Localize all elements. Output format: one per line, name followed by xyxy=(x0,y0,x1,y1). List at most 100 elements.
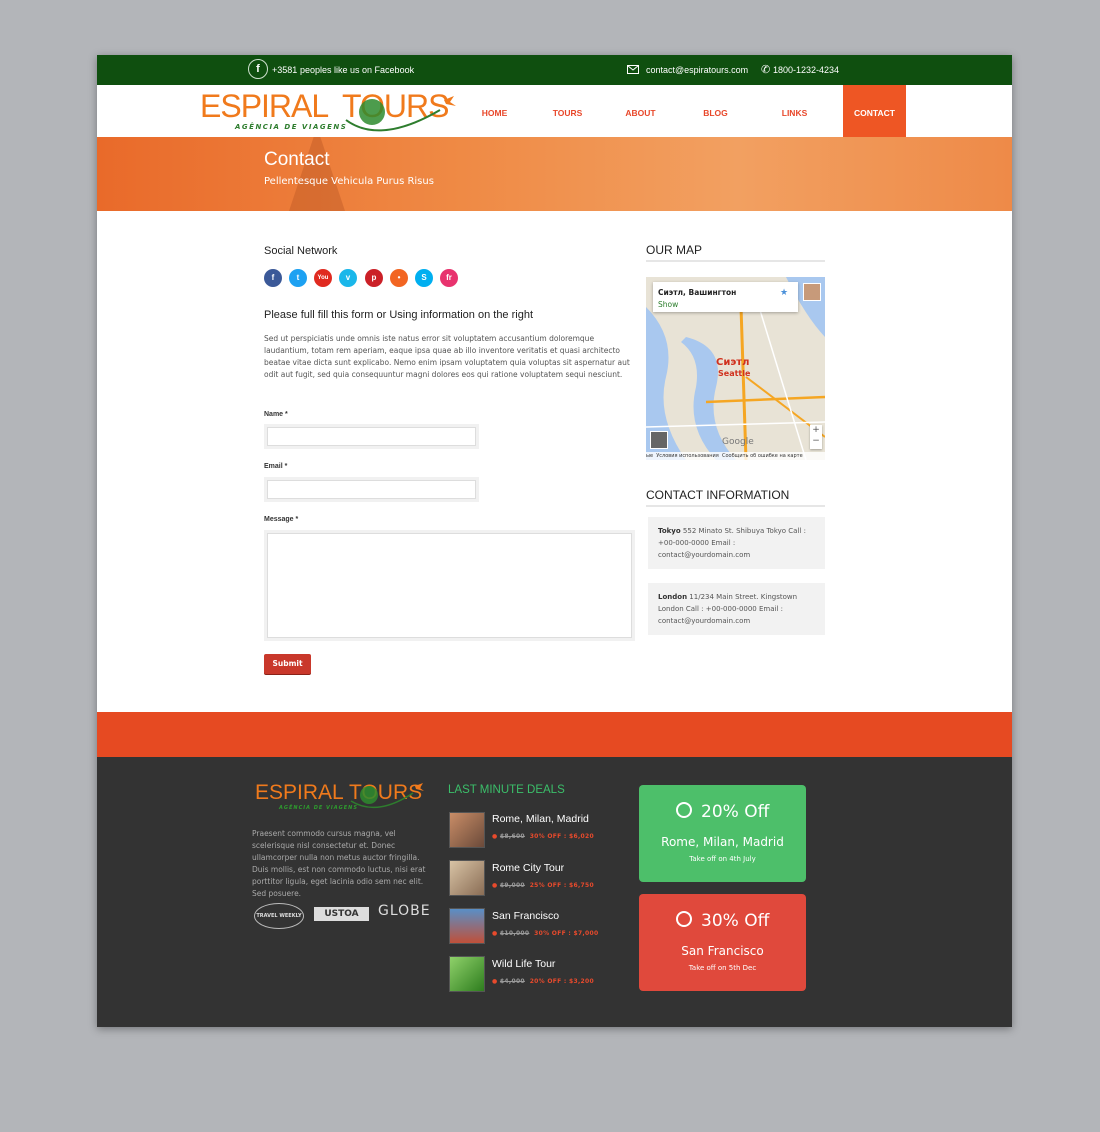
mail-icon xyxy=(627,65,639,74)
partner-logo-ustoa: USTOA xyxy=(314,907,369,921)
pinterest-icon[interactable]: p xyxy=(365,269,383,287)
avatar[interactable] xyxy=(803,283,821,301)
skype-icon[interactable]: S xyxy=(415,269,433,287)
deal-offer: 30% OFF : $6,020 xyxy=(529,833,594,840)
footer-logo-tagline: AGÊNCIA DE VIAGENS xyxy=(279,805,358,811)
clock-icon xyxy=(676,802,692,818)
facebook-icon[interactable]: f xyxy=(248,59,268,79)
footer-logo[interactable]: ESPIRAL TOURS AGÊNCIA DE VIAGENS xyxy=(255,781,435,817)
logo-tagline: AGÊNCIA DE VIAGENS xyxy=(235,123,348,131)
deal-thumb-rome-city[interactable] xyxy=(449,860,485,896)
deal-title[interactable]: San Francisco xyxy=(492,910,559,922)
youtube-icon[interactable]: You xyxy=(314,269,332,287)
deal-old-price: $8,600 xyxy=(499,833,525,840)
email-label: Email * xyxy=(264,463,288,470)
promo-destination: Rome, Milan, Madrid xyxy=(661,835,784,849)
promo-discount: 30% Off xyxy=(701,911,770,931)
globe-swoosh-icon xyxy=(345,96,456,132)
partner-logo-travel-weekly: TRAVEL WEEKLY xyxy=(254,903,304,929)
deal-old-price: $10,000 xyxy=(499,930,530,937)
rss-icon[interactable]: • xyxy=(390,269,408,287)
deal-price: ● $8,600 30% OFF : $6,020 xyxy=(492,833,594,840)
page-subtitle: Pellentesque Vehicula Purus Risus xyxy=(264,176,434,187)
london-info: London 11/234 Main Street. Kingstown Lon… xyxy=(648,583,825,635)
top-bar: f +3581 peoples like us on Facebook cont… xyxy=(97,55,1012,85)
page: f +3581 peoples like us on Facebook cont… xyxy=(97,55,1012,1027)
deal-offer: 25% OFF : $6,750 xyxy=(529,882,594,889)
name-input[interactable] xyxy=(267,427,476,446)
deal-offer: 30% OFF : $7,000 xyxy=(534,930,599,937)
form-intro: Sed ut perspiciatis unde omnis iste natu… xyxy=(264,334,630,379)
deal-price: ● $9,000 25% OFF : $6,750 xyxy=(492,882,594,889)
nav-about[interactable]: ABOUT xyxy=(618,85,663,137)
logo[interactable]: ESPIRAL TOURS AGÊNCIA DE VIAGENS xyxy=(200,88,460,136)
twitter-icon[interactable]: t xyxy=(289,269,307,287)
name-label: Name * xyxy=(264,411,288,418)
nav-tours[interactable]: TOURS xyxy=(545,85,590,137)
zoom-control[interactable]: + − xyxy=(810,425,822,449)
facebook-text[interactable]: peoples like us on Facebook xyxy=(300,65,414,75)
page-title: Contact xyxy=(264,149,330,170)
london-city: London xyxy=(658,593,688,601)
promo-date: Take off on 4th July xyxy=(689,855,756,863)
map-terms[interactable]: Условия использования xyxy=(656,453,719,459)
map-show-link[interactable]: Show xyxy=(658,300,678,309)
deal-old-price: $4,000 xyxy=(499,978,525,985)
google-logo: Google xyxy=(722,437,754,447)
header: ESPIRAL TOURS AGÊNCIA DE VIAGENS HOME TO… xyxy=(97,85,1012,137)
map-place: Сиэтл, Вашингтон xyxy=(658,288,737,297)
promo-destination: San Francisco xyxy=(681,944,764,958)
social-heading: Social Network xyxy=(264,245,338,257)
friendfeed-icon[interactable]: fr xyxy=(440,269,458,287)
orange-band xyxy=(97,712,1012,757)
vimeo-icon[interactable]: v xyxy=(339,269,357,287)
nav-home[interactable]: HOME xyxy=(472,85,517,137)
tokyo-city: Tokyo xyxy=(658,527,681,535)
map-report[interactable]: Сообщить об ошибке на карте xyxy=(722,453,803,459)
facebook-icon[interactable]: f xyxy=(264,269,282,287)
page-banner: Contact Pellentesque Vehicula Purus Risu… xyxy=(97,137,1012,211)
message-textarea[interactable] xyxy=(267,533,632,638)
tokyo-text: 552 Minato St. Shibuya Tokyo Call : +00-… xyxy=(658,527,806,559)
contact-phone[interactable]: 1800-1232-4234 xyxy=(773,65,839,75)
contact-divider xyxy=(646,505,825,507)
nav-links[interactable]: LINKS xyxy=(772,85,817,137)
deal-title[interactable]: Rome City Tour xyxy=(492,862,564,874)
star-icon[interactable]: ★ xyxy=(780,288,788,298)
deal-price: ● $10,000 30% OFF : $7,000 xyxy=(492,930,599,937)
map-footer-c: ые xyxy=(646,453,654,459)
email-input[interactable] xyxy=(267,480,476,499)
promo-card-rome[interactable]: 20% Off Rome, Milan, Madrid Take off on … xyxy=(639,785,806,882)
promo-date: Take off on 5th Dec xyxy=(688,964,757,972)
map-heading: OUR MAP xyxy=(646,243,703,257)
tokyo-info: Tokyo 552 Minato St. Shibuya Tokyo Call … xyxy=(648,517,825,569)
deal-title[interactable]: Rome, Milan, Madrid xyxy=(492,813,589,825)
globe-swoosh-icon xyxy=(350,783,424,809)
contact-email[interactable]: contact@espiratours.com xyxy=(646,65,748,75)
phone-icon: ✆ xyxy=(761,64,771,76)
street-view-thumb[interactable] xyxy=(650,431,668,449)
contact-heading: CONTACT INFORMATION xyxy=(646,488,790,502)
message-label: Message * xyxy=(264,516,299,523)
deal-old-price: $9,000 xyxy=(499,882,525,889)
facebook-count: +3581 xyxy=(272,65,298,75)
nav-contact[interactable]: CONTACT xyxy=(843,85,906,137)
google-map[interactable]: Сиэтл, Вашингтон Show ★ Сиэтл Seattle Go… xyxy=(646,277,825,460)
map-city-ru: Сиэтл xyxy=(716,357,750,368)
promo-card-san-francisco[interactable]: 30% Off San Francisco Take off on 5th De… xyxy=(639,894,806,991)
deal-thumb-rome-milan-madrid[interactable] xyxy=(449,812,485,848)
footer-logo-a: ESPIRAL xyxy=(255,781,344,804)
partner-logo-globe: GLOBE xyxy=(378,903,431,919)
deal-price: ● $4,000 20% OFF : $3,200 xyxy=(492,978,594,985)
deal-title[interactable]: Wild Life Tour xyxy=(492,958,555,970)
deal-thumb-wild-life[interactable] xyxy=(449,956,485,992)
clock-icon xyxy=(676,911,692,927)
map-info-card: Сиэтл, Вашингтон Show ★ xyxy=(653,282,798,312)
submit-button[interactable]: Submit xyxy=(264,654,311,674)
nav-blog[interactable]: BLOG xyxy=(693,85,738,137)
deal-offer: 20% OFF : $3,200 xyxy=(529,978,594,985)
form-heading: Please full fill this form or Using info… xyxy=(264,309,534,321)
logo-text-a: ESPIRAL xyxy=(200,88,329,124)
map-divider xyxy=(646,260,825,262)
deal-thumb-san-francisco[interactable] xyxy=(449,908,485,944)
